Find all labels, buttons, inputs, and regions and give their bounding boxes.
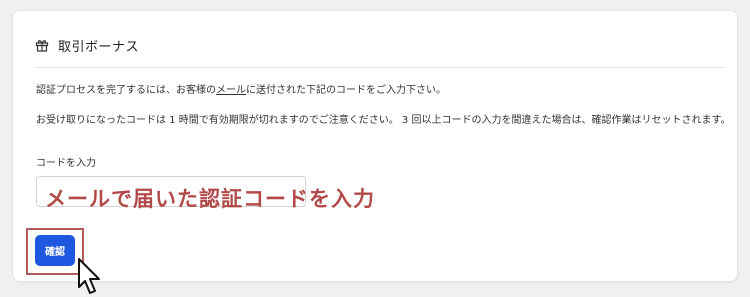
mail-link[interactable]: メール xyxy=(216,85,246,96)
card-title: 取引ボーナス xyxy=(58,39,140,55)
expiry-note: お受け取りになったコードは 1 時間で有効期限が切れますのでご注意ください。 3… xyxy=(36,115,731,126)
header-divider xyxy=(35,67,725,68)
gift-icon xyxy=(35,38,49,52)
confirm-button[interactable]: 確認 xyxy=(35,235,75,266)
bonus-card: 取引ボーナス 認証プロセスを完了するには、お客様のメールに送付された下記のコード… xyxy=(12,10,738,294)
instruction-prefix: 認証プロセスを完了するには、お客様の xyxy=(36,85,216,96)
instruction-text: 認証プロセスを完了するには、お客様のメールに送付された下記のコードをご入力下さい… xyxy=(36,81,446,96)
card-header: 取引ボーナス xyxy=(35,35,139,55)
instruction-suffix: に送付された下記のコードをご入力下さい。 xyxy=(246,85,446,96)
annotation-text: メールで届いた認証コードを入力 xyxy=(45,187,375,211)
code-field-label: コードを入力 xyxy=(36,158,96,169)
cursor-pointer-icon xyxy=(78,258,100,294)
